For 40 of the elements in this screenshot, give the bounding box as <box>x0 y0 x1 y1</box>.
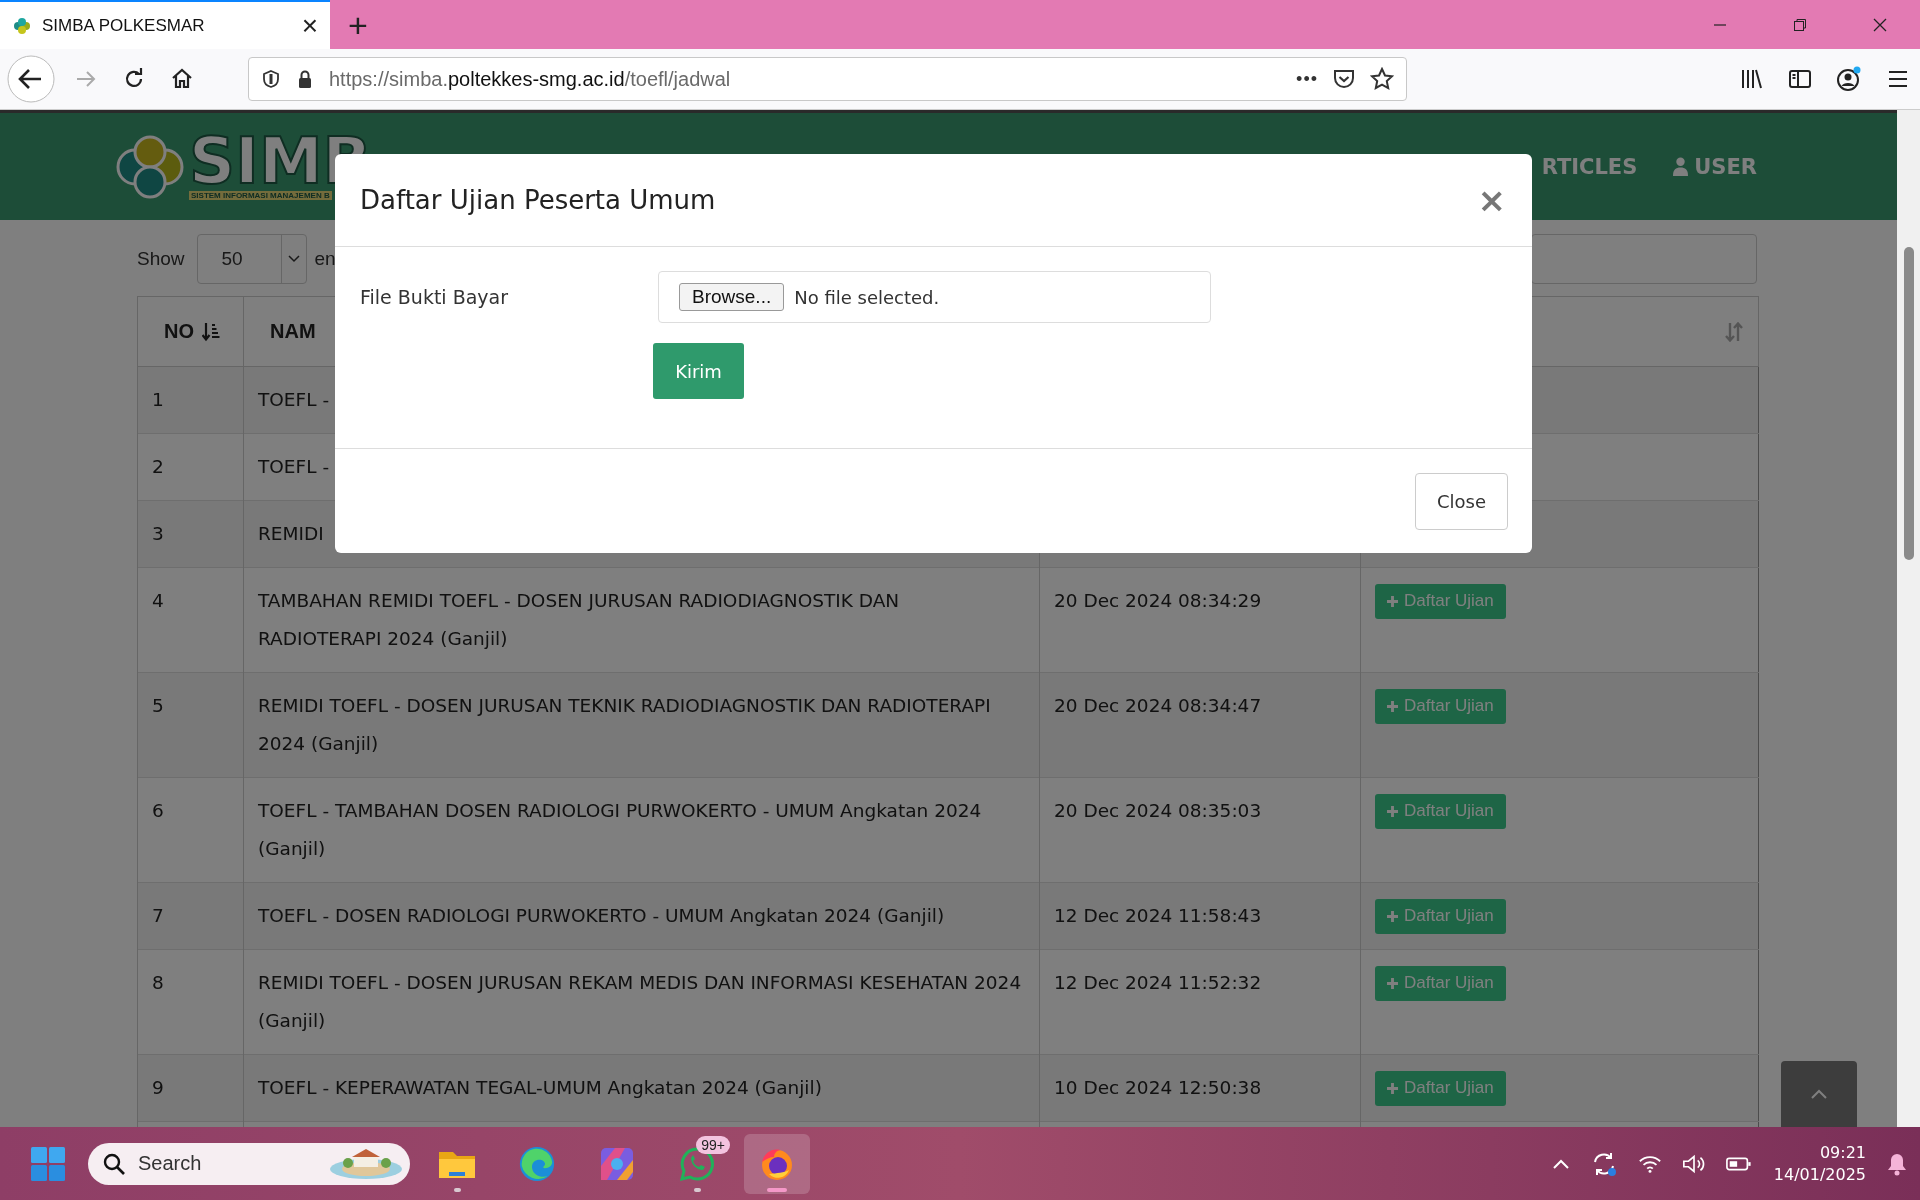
tab-title: SIMBA POLKESMAR <box>42 15 206 36</box>
row-number: 7 <box>137 882 244 950</box>
file-status: No file selected. <box>794 286 940 308</box>
logo-subtitle: SISTEM INFORMASI MANAJEMEN B <box>189 190 332 200</box>
row-number: 3 <box>137 500 244 568</box>
taskbar-app[interactable]: 99+ <box>664 1133 730 1194</box>
exam-date: 20 Dec 2024 08:34:29 <box>1054 590 1262 611</box>
new-tab-button[interactable]: + <box>348 7 368 42</box>
modal-title: Daftar Ujian Peserta Umum <box>360 185 716 215</box>
exam-date: 12 Dec 2024 11:52:32 <box>1054 972 1262 993</box>
notification-badge: 99+ <box>696 1135 730 1154</box>
show-label: Show <box>137 248 185 270</box>
page-size-select[interactable]: 50 <box>196 234 307 284</box>
exam-date: 10 Dec 2024 12:50:38 <box>1054 1077 1262 1098</box>
exam-date: 20 Dec 2024 08:34:47 <box>1054 695 1262 716</box>
row-number: 5 <box>137 672 244 778</box>
exam-date: 20 Dec 2024 08:35:03 <box>1054 800 1262 821</box>
close-button[interactable]: Close <box>1415 472 1508 530</box>
browser-tab[interactable]: SIMBA POLKESMAR × <box>0 0 330 49</box>
exam-date: 12 Dec 2024 11:58:43 <box>1054 905 1262 926</box>
row-number: 9 <box>137 1054 244 1122</box>
address-bar[interactable]: https://simba.poltekkes-smg.ac.id/toefl/jadwal ••• <box>248 57 1407 101</box>
close-button[interactable]: × <box>1477 180 1506 220</box>
url-text: https://simba.poltekkes-smg.ac.id/toefl/jadwal <box>329 67 731 91</box>
exam-name: TOEFL - DOSEN RADIOLOGI PURWOKERTO - UMUM Angkatan 2024 (Ganjil) <box>243 882 1040 950</box>
column-header[interactable]: NO <box>137 296 244 367</box>
entries-label: en <box>314 248 336 270</box>
exam-name: REMIDI TOEFL - DOSEN JURUSAN TEKNIK RADIODIAGNOSTIK DAN RADIOTERAPI 2024 (Ganjil) <box>243 672 1040 778</box>
nav-link[interactable]: USER <box>1673 154 1757 179</box>
nav-link[interactable]: RTICLES <box>1541 154 1638 179</box>
submit-button[interactable]: Kirim <box>653 343 744 399</box>
taskbar-search[interactable]: Search <box>88 1142 410 1185</box>
file-input[interactable]: Browse... No file selected. <box>658 271 1211 323</box>
clock[interactable]: 09:21 14/01/2025 <box>1773 1141 1866 1186</box>
exam-name: TOEFL - KEPERAWATAN TEGAL-UMUM Angkatan 2024 (Ganjil) <box>243 1054 1040 1122</box>
field-label: File Bukti Bayar <box>360 286 510 308</box>
page-actions-button[interactable]: ••• <box>1296 68 1318 90</box>
row-number: 1 <box>137 366 244 434</box>
close-tab-button[interactable]: × <box>301 9 318 42</box>
browse-button[interactable]: Browse... <box>679 283 785 311</box>
